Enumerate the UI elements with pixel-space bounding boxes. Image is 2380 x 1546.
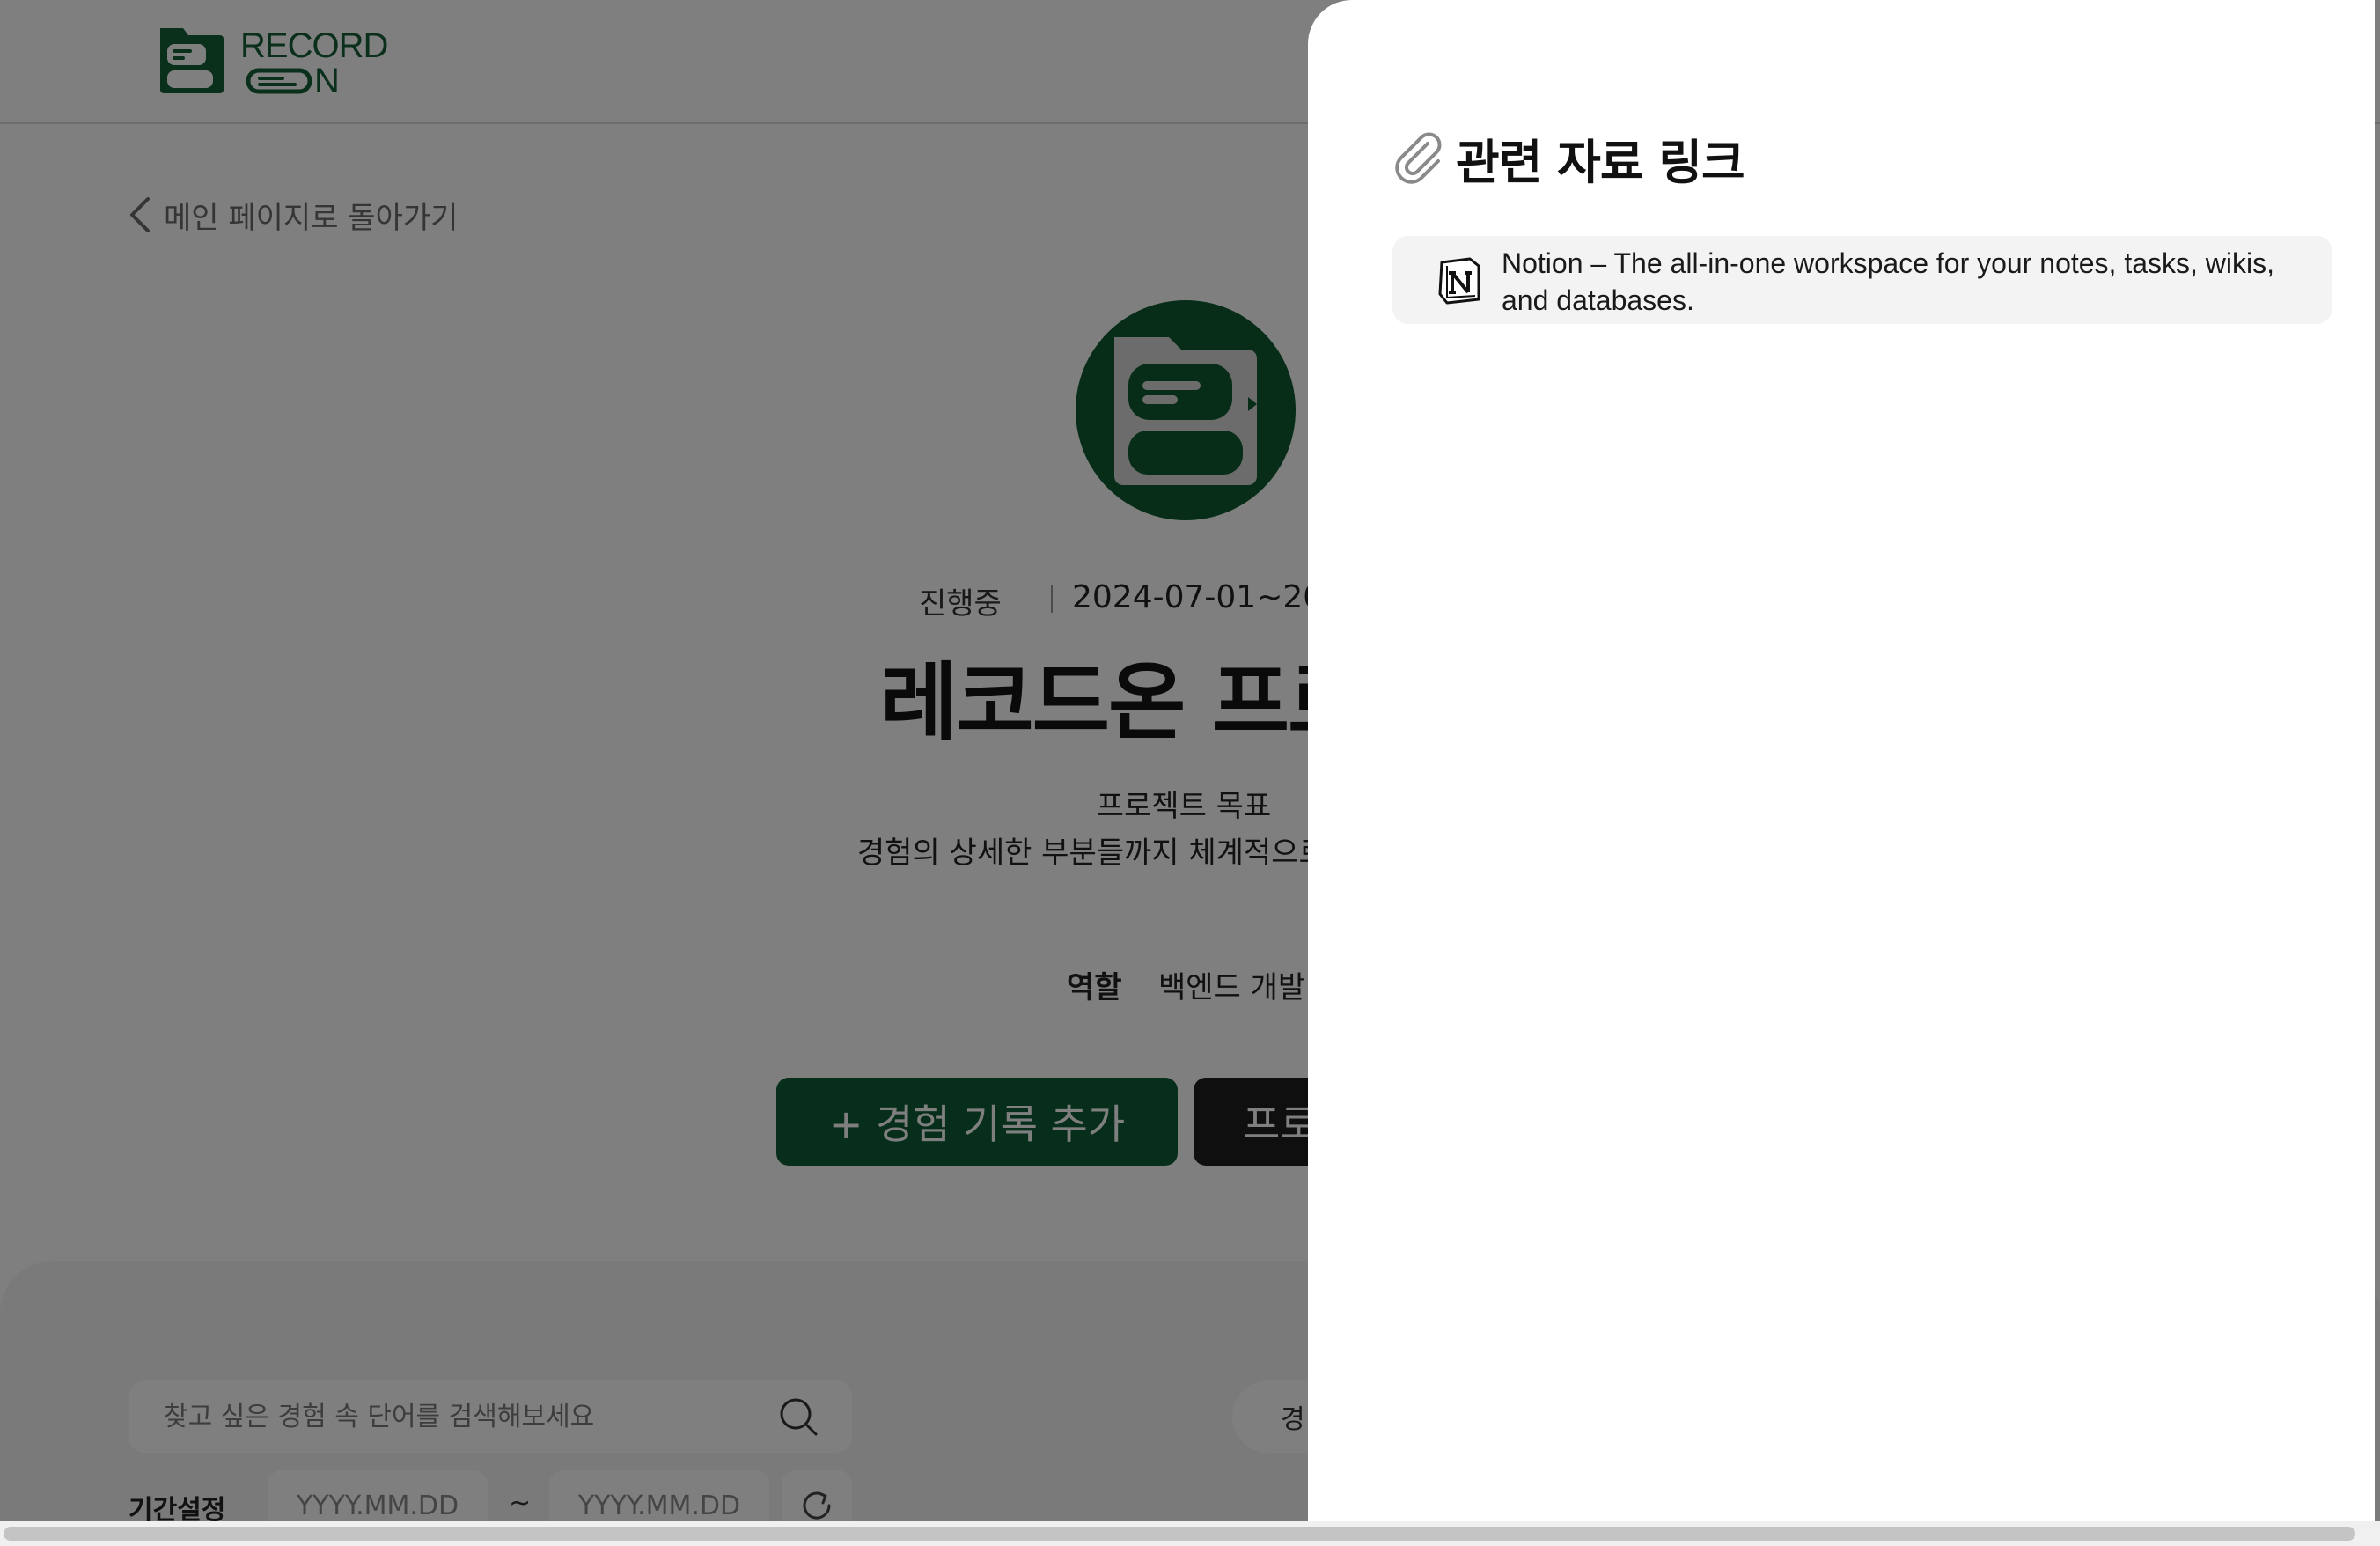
app-window: RECORD N 메인 페이지로 돌아가기 <box>0 0 2380 1546</box>
link-item-notion[interactable]: Notion – The all-in-one workspace for yo… <box>1392 236 2332 324</box>
paperclip-icon <box>1395 132 1442 184</box>
link-title: Notion – The all-in-one workspace for yo… <box>1502 247 2275 316</box>
panel-title: 관련 자료 링크 <box>1392 123 1745 193</box>
scrollbar-thumb[interactable] <box>4 1527 2355 1541</box>
notion-icon <box>1438 257 1480 305</box>
horizontal-scrollbar[interactable] <box>0 1521 2380 1546</box>
panel-title-text: 관련 자료 링크 <box>1456 135 1745 190</box>
related-links-panel: 관련 자료 링크 Notion – The all-in-one workspa… <box>1308 0 2375 1521</box>
